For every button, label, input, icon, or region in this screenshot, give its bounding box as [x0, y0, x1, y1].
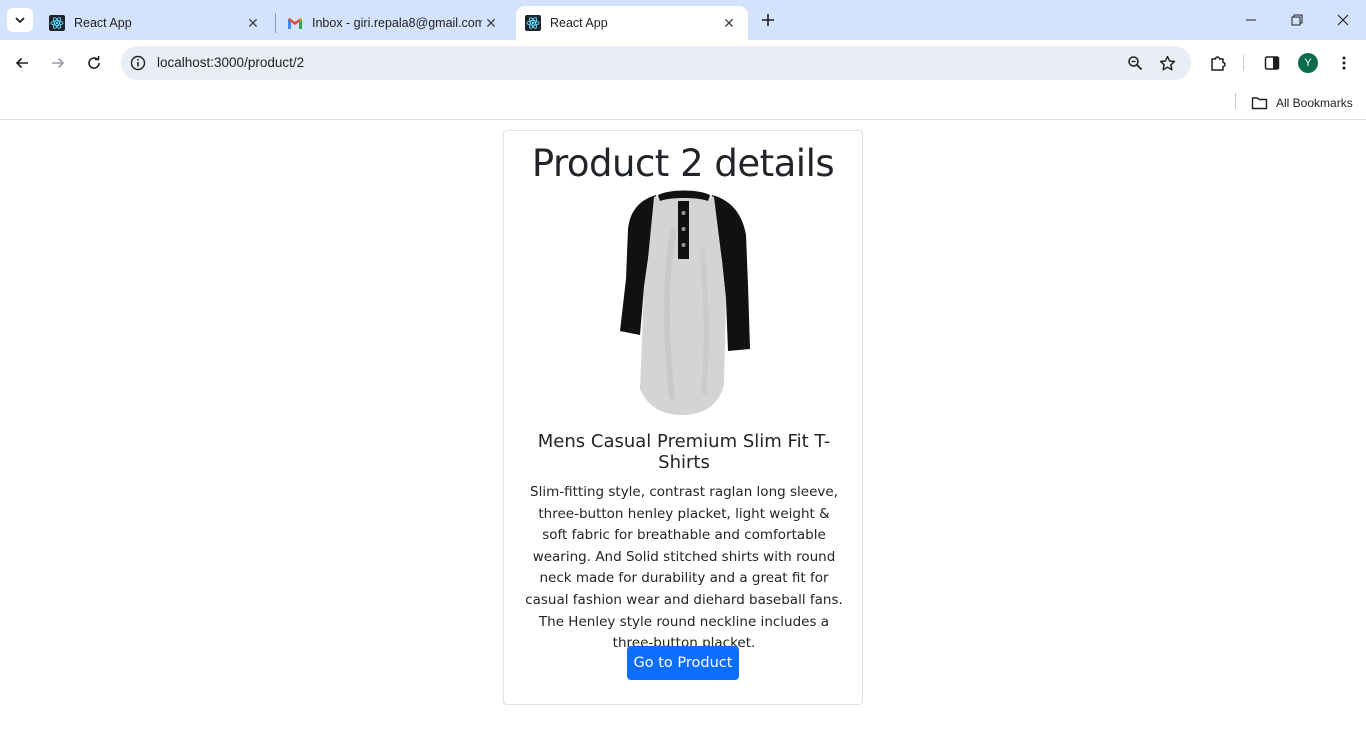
chevron-down-icon: [15, 17, 25, 24]
browser-toolbar: localhost:3000/product/2: [0, 40, 1366, 86]
bookmarks-bar: All Bookmarks: [0, 86, 1366, 120]
close-icon: [1337, 14, 1349, 26]
plus-icon: [762, 14, 774, 26]
tab-label: React App: [74, 16, 132, 30]
new-tab-button[interactable]: [756, 8, 780, 32]
tab-separator: [275, 13, 276, 33]
back-button[interactable]: [6, 47, 38, 79]
forward-button[interactable]: [42, 47, 74, 79]
gmail-icon: [288, 17, 302, 29]
product-image: [620, 190, 750, 415]
product-description: Slim-fitting style, contrast raglan long…: [525, 484, 843, 652]
menu-button[interactable]: [1328, 47, 1360, 79]
tab-search-button[interactable]: [7, 8, 33, 32]
all-bookmarks-label: All Bookmarks: [1276, 96, 1353, 110]
react-icon: [525, 15, 541, 31]
toolbar-divider: [1243, 55, 1244, 71]
more-vert-icon: [1342, 56, 1346, 70]
all-bookmarks-button[interactable]: All Bookmarks: [1251, 91, 1353, 115]
side-panel-icon: [1264, 56, 1280, 70]
close-window-button[interactable]: [1320, 0, 1366, 40]
product-title: Mens Casual Premium Slim Fit T-Shirts: [537, 431, 831, 473]
folder-icon: [1251, 97, 1268, 110]
url-text[interactable]: localhost:3000/product/2: [157, 55, 304, 70]
reload-icon: [88, 56, 100, 69]
tab-react-app-active[interactable]: React App ✕: [516, 6, 748, 40]
restore-icon: [1291, 14, 1303, 26]
tab-gmail-inbox[interactable]: Inbox - giri.repala8@gmail.com ✕: [278, 6, 510, 40]
back-arrow-icon: [15, 57, 28, 69]
minimize-icon: [1246, 19, 1256, 21]
side-panel-button[interactable]: [1256, 47, 1288, 79]
extensions-button[interactable]: [1202, 47, 1234, 79]
forward-arrow-icon: [52, 57, 65, 69]
reload-button[interactable]: [78, 47, 110, 79]
site-info-icon[interactable]: [126, 51, 150, 75]
address-bar[interactable]: localhost:3000/product/2: [121, 46, 1191, 80]
react-icon: [49, 15, 65, 31]
tab-react-app-1[interactable]: React App ✕: [40, 6, 272, 40]
puzzle-icon: [1211, 56, 1226, 71]
restore-button[interactable]: [1274, 0, 1320, 40]
tab-label: Inbox - giri.repala8@gmail.com: [312, 16, 482, 30]
bookmark-star-icon[interactable]: [1155, 51, 1179, 75]
tab-label: React App: [550, 16, 608, 30]
close-tab-icon[interactable]: ✕: [720, 14, 738, 32]
bookmarks-divider: [1235, 93, 1236, 109]
profile-avatar[interactable]: Y: [1298, 53, 1318, 73]
close-tab-icon[interactable]: ✕: [244, 14, 262, 32]
zoom-icon[interactable]: [1123, 51, 1147, 75]
go-to-product-button[interactable]: Go to Product: [627, 646, 739, 680]
close-tab-icon[interactable]: ✕: [482, 14, 500, 32]
tab-strip: React App ✕ Inbox - giri.repala8@gmail.c…: [0, 0, 1366, 40]
page-title: Product 2 details: [531, 142, 835, 185]
minimize-button[interactable]: [1228, 0, 1274, 40]
product-card: Product 2 details Mens Casual Premium Sl…: [503, 130, 863, 705]
